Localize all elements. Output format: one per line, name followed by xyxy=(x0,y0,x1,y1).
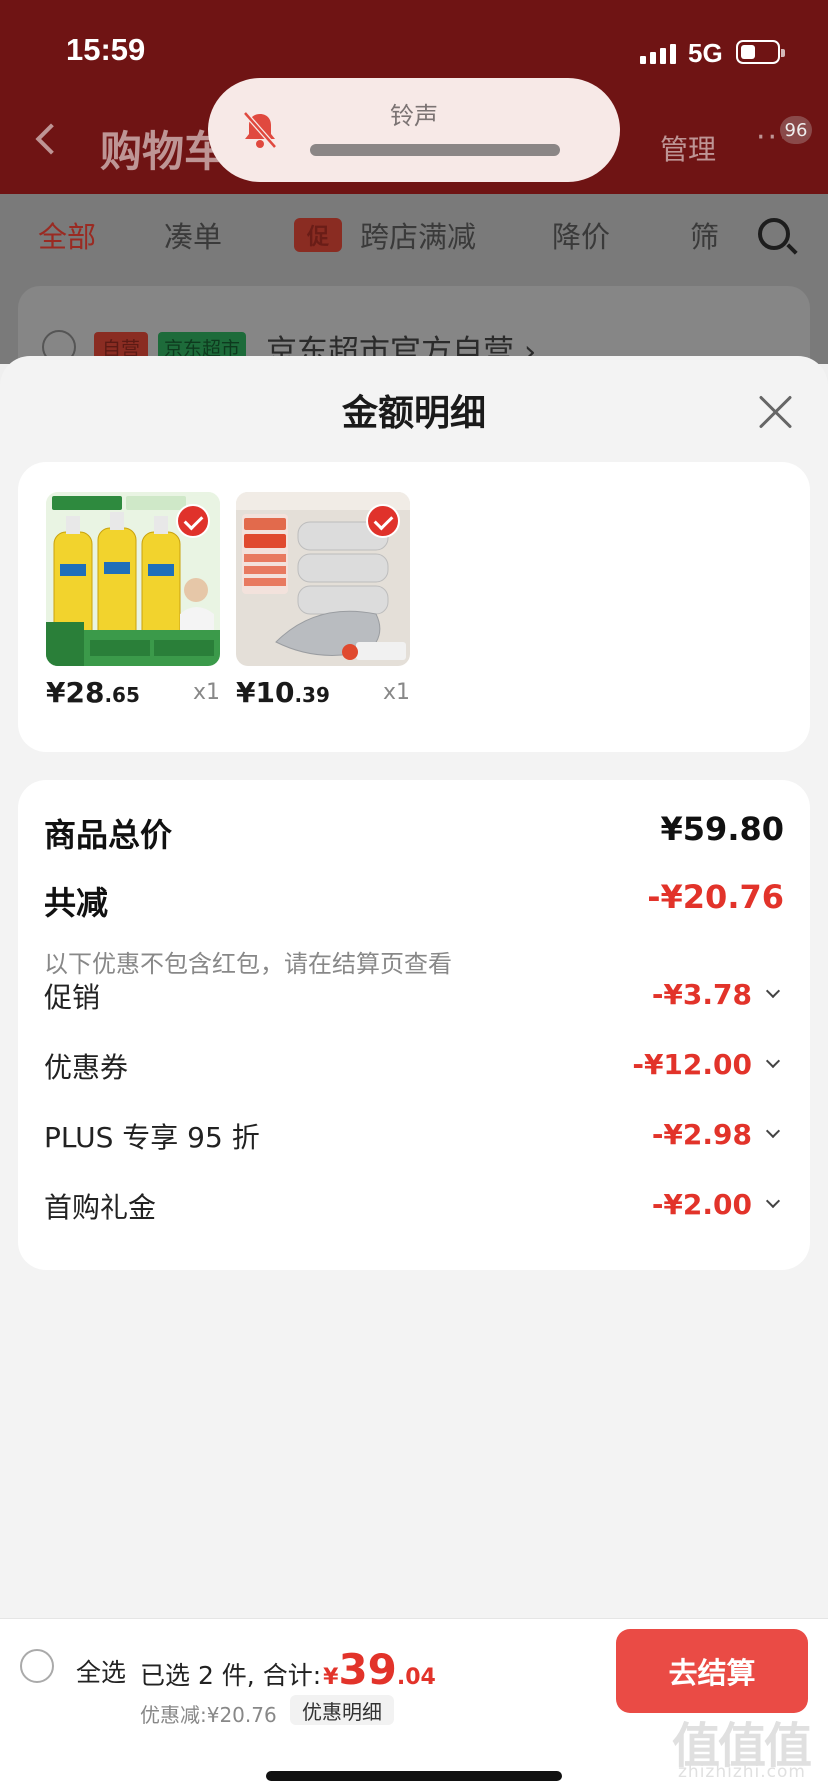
discount-detail-button[interactable]: 优惠明细 xyxy=(290,1695,394,1725)
close-icon[interactable] xyxy=(756,392,796,432)
chevron-down-icon[interactable] xyxy=(765,983,781,999)
tab-combine[interactable]: 凑单 xyxy=(164,214,222,256)
total-price-label: 商品总价 xyxy=(44,816,173,854)
manage-button[interactable]: 管理 xyxy=(660,128,716,168)
tab-cross-store[interactable]: 跨店满减 xyxy=(360,214,476,256)
product-price: ¥28.65 xyxy=(46,676,140,709)
product-image xyxy=(46,492,220,666)
first-buy-gift-label: 首购礼金 xyxy=(44,1191,157,1224)
currency-symbol: ¥ xyxy=(323,1665,339,1690)
plus-discount-value[interactable]: -¥2.98 xyxy=(652,1118,752,1151)
back-icon[interactable] xyxy=(35,123,67,155)
plus-discount-label: PLUS 专享 95 折 xyxy=(44,1121,260,1154)
total-amount-dec: .04 xyxy=(396,1665,436,1690)
chevron-down-icon[interactable] xyxy=(765,1193,781,1209)
product-item[interactable]: ¥10.39 x1 xyxy=(236,492,410,709)
promo-value[interactable]: -¥3.78 xyxy=(652,978,752,1011)
chevron-down-icon[interactable] xyxy=(765,1053,781,1069)
promo-tag: 促 xyxy=(294,218,342,252)
selected-text: 已选 2 件, 合计: xyxy=(140,1661,322,1690)
promo-label: 促销 xyxy=(44,981,101,1014)
discount-summary: 优惠减:¥20.76 xyxy=(140,1703,277,1727)
search-icon[interactable] xyxy=(758,218,790,250)
ringer-toast: 铃声 xyxy=(208,78,620,182)
chevron-down-icon[interactable] xyxy=(765,1123,781,1139)
home-indicator xyxy=(266,1771,562,1781)
coupon-value[interactable]: -¥12.00 xyxy=(632,1048,752,1081)
product-image xyxy=(236,492,410,666)
discount-note: 以下优惠不包含红包，请在结算页查看 xyxy=(44,950,452,978)
selected-check-icon[interactable] xyxy=(366,504,400,538)
status-time: 15:59 xyxy=(66,32,146,67)
total-price-value: ¥59.80 xyxy=(660,810,784,848)
product-item[interactable]: ¥28.65 x1 xyxy=(46,492,220,709)
first-buy-gift-value[interactable]: -¥2.00 xyxy=(652,1188,752,1221)
sheet-title: 金额明细 xyxy=(341,393,486,434)
checkout-button[interactable]: 去结算 xyxy=(616,1629,808,1713)
watermark-url: zhizhizhi.com xyxy=(678,1762,806,1782)
tab-all[interactable]: 全部 xyxy=(38,214,96,256)
selected-total: 已选 2 件, 合计: ¥ 39 .04 xyxy=(140,1645,436,1694)
select-all-radio[interactable] xyxy=(20,1649,54,1683)
watermark-logo: 值值值 zhizhizhi.com xyxy=(670,1706,820,1786)
product-price: ¥10.39 xyxy=(236,676,330,709)
battery-icon xyxy=(736,40,785,64)
price-summary-card: 商品总价 ¥59.80 共减 -¥20.76 以下优惠不包含红包，请在结算页查看… xyxy=(18,780,810,1270)
product-qty: x1 xyxy=(192,680,220,705)
filter-tabs: 全部 凑单 跨店满减 降价 筛 xyxy=(0,194,828,278)
product-qty: x1 xyxy=(382,680,410,705)
products-card: ¥28.65 x1 ¥10.39 x1 xyxy=(18,462,810,752)
total-reduce-value: -¥20.76 xyxy=(647,878,784,916)
selected-check-icon[interactable] xyxy=(176,504,210,538)
volume-bar xyxy=(310,144,560,156)
network-label: 5G xyxy=(688,38,723,68)
ringer-label: 铃声 xyxy=(390,102,438,130)
select-all-label[interactable]: 全选 xyxy=(76,1653,126,1689)
tab-filter[interactable]: 筛 xyxy=(690,214,719,256)
message-count-badge: 96 xyxy=(780,116,812,144)
total-amount-int: 39 xyxy=(338,1645,397,1694)
signal-icon xyxy=(640,42,676,64)
amount-detail-sheet: 金额明细 ¥28.65 x1 ¥10.39 x1 商品总价 ¥59.80 共减 … xyxy=(0,356,828,1618)
total-reduce-label: 共减 xyxy=(44,884,109,922)
tab-price-drop[interactable]: 降价 xyxy=(552,214,610,256)
coupon-label: 优惠券 xyxy=(44,1051,129,1084)
